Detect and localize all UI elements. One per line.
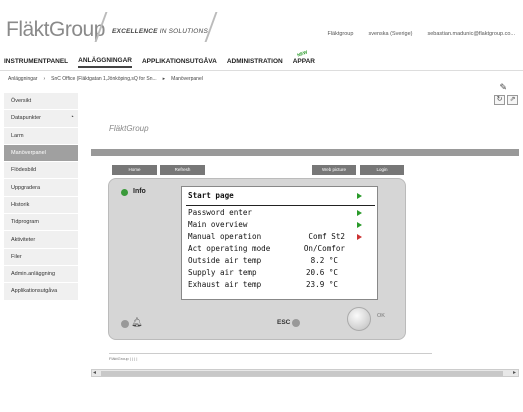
info-led: [121, 189, 128, 196]
panel-display: Start page Password enter Main overview …: [181, 186, 378, 300]
bell-icon[interactable]: 🔔︎: [131, 317, 142, 328]
arrow-right-icon: [357, 209, 362, 216]
sidebar-item-aktiviteter[interactable]: Aktiviteter: [4, 231, 78, 249]
sidebar-item-datapunkter[interactable]: Datapunkter ◔: [4, 110, 78, 128]
arrow-right-icon: [357, 192, 362, 199]
nav-anlaggningar[interactable]: ANLÄGGNINGAR: [78, 57, 132, 68]
home-button[interactable]: Home: [112, 165, 157, 175]
menu-row-start-page[interactable]: Start page: [188, 190, 372, 201]
nav-administration[interactable]: ADMINISTRATION: [227, 58, 283, 67]
sidebar-item-manoverpanel[interactable]: Manöverpanel: [4, 144, 78, 163]
sidebar: Översikt Datapunkter ◔ Larm Manöverpanel …: [4, 93, 78, 301]
breadcrumb: Anläggningar › SnC Office (Fläktgatan 1,…: [8, 76, 203, 82]
control-panel: Info Start page Password enter Main over…: [108, 178, 406, 340]
menu-row-operating-mode: Act operating mode On/Comfor: [188, 244, 345, 253]
ok-knob[interactable]: [347, 307, 371, 331]
login-button[interactable]: Login: [360, 165, 404, 175]
refresh-icon[interactable]: ↻: [494, 95, 505, 105]
sidebar-item-larm[interactable]: Larm: [4, 127, 78, 145]
horizontal-scrollbar[interactable]: ◂ ▸: [91, 369, 519, 377]
header-underline: [186, 205, 375, 206]
top-links: Fläktgroup svenska (Sverige) sebastian.m…: [327, 31, 515, 37]
sidebar-item-oversikt[interactable]: Översikt: [4, 93, 78, 111]
refresh-button[interactable]: Refresh: [160, 165, 205, 175]
page-header: FläktGroup EXCELLENCE IN SOLUTIONS Fläkt…: [0, 0, 523, 52]
menu-row-outside-temp: Outside air temp 8.2 °C: [188, 256, 338, 265]
breadcrumb-anlaggningar[interactable]: Anläggningar: [8, 76, 37, 82]
arrow-right-icon: [357, 233, 362, 240]
rss-icon[interactable]: ◔: [70, 114, 74, 121]
sidebar-item-admin-anlaggning[interactable]: Admin.anläggning: [4, 265, 78, 284]
sidebar-item-applikationsutgava[interactable]: Applikationsutgåva: [4, 283, 78, 301]
sidebar-item-filer[interactable]: Filer: [4, 248, 78, 266]
user-account-link[interactable]: sebastian.madunic@flaktgroup.co...: [427, 31, 515, 37]
link-flaktgroup[interactable]: Fläktgroup: [327, 31, 353, 37]
scroll-thumb[interactable]: [101, 371, 503, 376]
tagline: EXCELLENCE IN SOLUTIONS: [112, 28, 208, 35]
language-selector[interactable]: svenska (Sverige): [368, 31, 412, 37]
breadcrumb-separator: ▸: [162, 76, 166, 82]
sidebar-item-historik[interactable]: Historik: [4, 196, 78, 215]
scroll-left-icon[interactable]: ◂: [93, 370, 96, 377]
external-link-icon[interactable]: ⇗: [507, 95, 518, 105]
nav-appar[interactable]: APPAR NEW: [293, 49, 315, 67]
sidebar-item-flodesbild[interactable]: Flödesbild: [4, 162, 78, 180]
tagline-divider: [204, 12, 218, 42]
sidebar-item-tidprogram[interactable]: Tidprogram: [4, 214, 78, 232]
footer-divider: [109, 353, 432, 354]
embedded-logo: FläktGroup: [109, 124, 149, 133]
alarm-led: [121, 320, 129, 328]
menu-row-password[interactable]: Password enter: [188, 207, 372, 218]
flaktgroup-logo[interactable]: FläktGroup: [6, 18, 105, 42]
nav-applikationsutgava[interactable]: APPLIKATIONSUTGÅVA: [142, 58, 217, 67]
info-button[interactable]: Info: [133, 188, 146, 195]
breadcrumb-separator: ›: [43, 76, 46, 82]
arrow-right-icon: [357, 221, 362, 228]
pin-icon[interactable]: ✎: [499, 82, 507, 93]
breadcrumb-site[interactable]: SnC Office (Fläktgatan 1,Jönköping,sQ fo…: [51, 76, 157, 82]
ok-label: OK: [377, 313, 385, 319]
esc-button[interactable]: [292, 319, 300, 327]
nav-instrumentpanel[interactable]: INSTRUMENTPANEL: [4, 58, 68, 67]
menu-row-main-overview[interactable]: Main overview: [188, 219, 372, 230]
scroll-right-icon[interactable]: ▸: [513, 370, 516, 377]
breadcrumb-current: Manöverpanel: [171, 76, 203, 82]
sidebar-item-uppgradera[interactable]: Uppgradera: [4, 179, 78, 197]
menu-row-exhaust-temp: Exhaust air temp 23.9 °C: [188, 280, 338, 289]
web-picture-button[interactable]: Web picture: [312, 165, 356, 175]
main-nav: INSTRUMENTPANEL ANLÄGGNINGAR APPLIKATION…: [0, 49, 523, 71]
toolbar-separator: [91, 149, 519, 156]
esc-label: ESC: [277, 319, 291, 326]
menu-row-manual-operation[interactable]: Manual operation Comf St2: [188, 231, 372, 242]
footer-text: FläktGroup | | | |: [109, 356, 138, 361]
menu-row-supply-temp: Supply air temp 20.6 °C: [188, 268, 338, 277]
